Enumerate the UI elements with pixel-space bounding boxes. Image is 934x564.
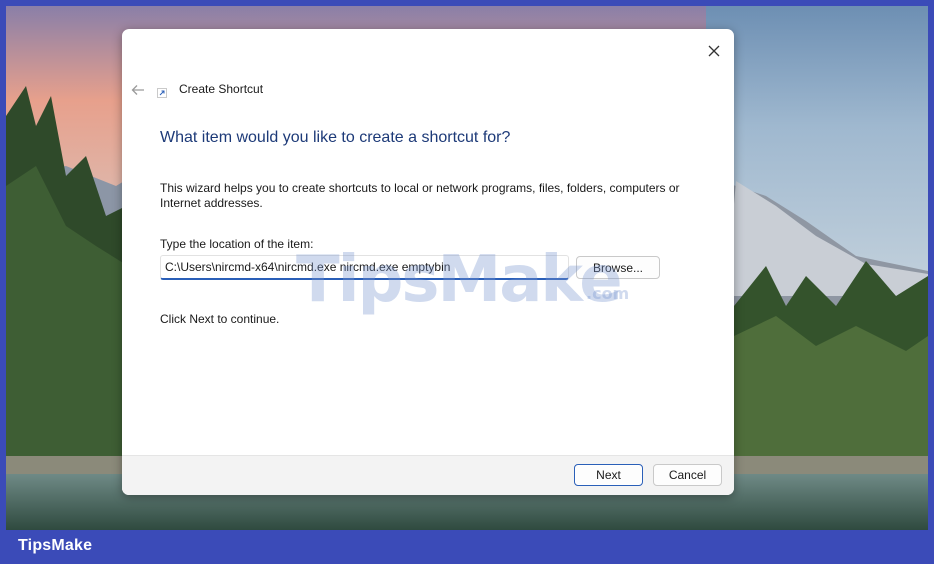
bottom-bar [0,530,934,564]
back-arrow-icon [131,85,144,95]
continue-instruction: Click Next to continue. [160,312,280,326]
shortcut-icon [157,88,167,98]
page-heading: What item would you like to create a sho… [160,129,511,146]
wizard-title: Create Shortcut [179,82,264,96]
location-input[interactable] [160,255,569,280]
brand-label: TipsMake [18,537,93,554]
next-button[interactable]: Next [574,464,643,486]
close-icon [708,45,720,57]
browse-button[interactable]: Browse... [576,256,660,279]
back-button[interactable] [128,81,148,99]
close-button[interactable] [702,39,726,63]
wizard-description: This wizard helps you to create shortcut… [160,181,680,210]
location-label: Type the location of the item: [160,237,314,251]
cancel-button[interactable]: Cancel [653,464,722,486]
create-shortcut-dialog: Create Shortcut What item would you like… [122,29,734,495]
